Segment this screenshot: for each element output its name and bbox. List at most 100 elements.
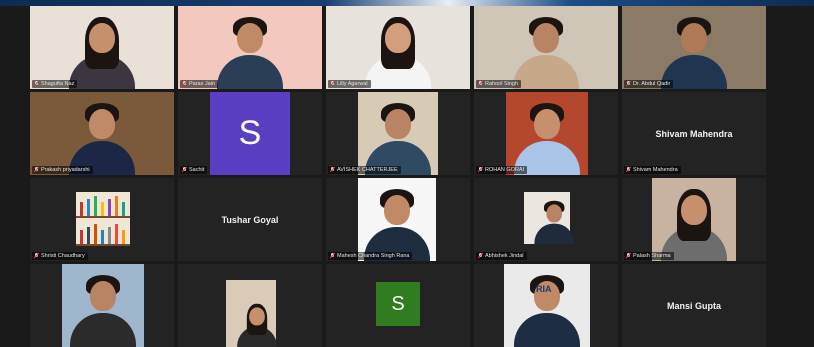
participant-tile[interactable]: Abhishek Jindal — [474, 178, 618, 261]
participant-figure — [533, 200, 574, 244]
muted-mic-icon — [478, 81, 483, 87]
participant-display-name: Tushar Goyal — [221, 214, 279, 225]
avatar: S — [376, 282, 420, 326]
participant-figure — [363, 101, 433, 175]
figure-body — [70, 313, 136, 347]
book — [115, 196, 118, 216]
figure-body — [534, 223, 574, 244]
muted-mic-icon — [626, 167, 631, 173]
participant-tile[interactable]: Tushar Goyal — [178, 178, 322, 261]
participant-tile[interactable]: Shristi Chaudhary — [30, 178, 174, 261]
participant-tile[interactable]: AVISHEK CHATTERJEE — [326, 92, 470, 175]
shelf-board — [76, 244, 130, 246]
participant-tile[interactable]: RIA — [474, 264, 618, 347]
participant-video — [178, 6, 322, 89]
book — [115, 224, 118, 244]
participant-tile[interactable] — [178, 264, 322, 347]
book — [101, 230, 104, 244]
figure-head — [385, 23, 411, 53]
book — [87, 199, 90, 216]
participant-tile[interactable]: ROHAN GORAI — [474, 92, 618, 175]
participant-video — [358, 178, 436, 261]
participant-video — [652, 178, 736, 261]
participant-name: Paras Jain — [189, 81, 215, 87]
participant-tile[interactable]: Mahesh Chandra Singh Rana — [326, 178, 470, 261]
participant-tile[interactable]: Lilly Agarwal — [326, 6, 470, 89]
participant-video — [358, 92, 438, 175]
figure-head — [237, 23, 263, 53]
participant-tile[interactable]: Paras Jain — [178, 6, 322, 89]
participant-tile[interactable]: Shagufta Naz — [30, 6, 174, 89]
participant-figure — [362, 187, 432, 261]
participant-name-label: Mahesh Chandra Singh Rana — [328, 252, 413, 260]
book — [80, 230, 83, 244]
muted-mic-icon — [330, 253, 335, 259]
book — [108, 199, 111, 216]
participant-display-name: Shivam Mahendra — [655, 128, 733, 139]
participant-tile[interactable]: S — [326, 264, 470, 347]
figure-head — [385, 109, 411, 139]
participant-figure — [511, 15, 581, 89]
muted-mic-icon — [330, 167, 335, 173]
book — [80, 202, 83, 216]
participant-figure — [68, 273, 138, 347]
participant-video — [30, 92, 174, 175]
participant-tile[interactable]: Palash Sharma — [622, 178, 766, 261]
participant-tile[interactable]: Rahool Singh — [474, 6, 618, 89]
figure-body — [513, 55, 579, 89]
book — [101, 202, 104, 216]
participant-name: AVISHEK CHATTERJEE — [337, 167, 398, 173]
muted-mic-icon — [478, 167, 483, 173]
participant-video — [474, 6, 618, 89]
participant-name: Lilly Agarwal — [337, 81, 368, 87]
participant-name-label: Sachit — [180, 166, 208, 174]
participant-name-label: Dr. Abdul Qadir — [624, 80, 674, 88]
participant-name: Shagufta Naz — [41, 81, 75, 87]
participant-figure — [363, 15, 433, 89]
figure-head — [90, 281, 116, 311]
participant-tile[interactable]: Mansi Gupta — [622, 264, 766, 347]
participant-name-label: AVISHEK CHATTERJEE — [328, 166, 401, 174]
shelf-board — [76, 216, 130, 218]
participant-name: Abhishek Jindal — [485, 253, 524, 259]
muted-mic-icon — [34, 81, 39, 87]
participant-tile[interactable]: Prakash priyadarshi — [30, 92, 174, 175]
participant-video — [30, 6, 174, 89]
muted-mic-icon — [182, 167, 187, 173]
gallery-grid: Shagufta Naz Paras Jain Lilly Agarwal Rahoo… — [30, 6, 766, 347]
book — [122, 202, 125, 216]
participant-tile[interactable] — [30, 264, 174, 347]
figure-head — [681, 195, 707, 225]
muted-mic-icon — [626, 81, 631, 87]
avatar-letter: S — [238, 114, 262, 152]
participant-name-label: Palash Sharma — [624, 252, 674, 260]
participant-name: Shivam Mahendra — [633, 167, 678, 173]
bookshelf-background — [76, 192, 130, 246]
figure-head — [249, 307, 265, 326]
muted-mic-icon — [34, 167, 39, 173]
book — [94, 196, 97, 216]
participant-figure — [67, 15, 137, 89]
participant-figure — [659, 15, 729, 89]
figure-body — [217, 55, 283, 89]
participant-name: Dr. Abdul Qadir — [633, 81, 671, 87]
participant-name-label: Shivam Mahendra — [624, 166, 681, 174]
participant-video — [622, 6, 766, 89]
participant-tile[interactable]: S Sachit — [178, 92, 322, 175]
muted-mic-icon — [626, 253, 631, 259]
figure-head — [546, 204, 562, 223]
participant-figure — [659, 187, 729, 261]
figure-head — [533, 23, 559, 53]
muted-mic-icon — [330, 81, 335, 87]
participant-tile[interactable]: Dr. Abdul Qadir — [622, 6, 766, 89]
book — [94, 224, 97, 244]
participant-name-label: Prakash priyadarshi — [32, 166, 93, 174]
participant-tile[interactable]: Shivam Mahendra Shivam Mahendra — [622, 92, 766, 175]
figure-head — [89, 23, 115, 53]
participant-display-name: Mansi Gupta — [666, 300, 721, 311]
avatar-letter: S — [391, 292, 405, 315]
participant-name-label: Rahool Singh — [476, 80, 522, 88]
participant-figure — [67, 101, 137, 175]
participant-video — [524, 192, 574, 244]
figure-head — [384, 195, 410, 225]
